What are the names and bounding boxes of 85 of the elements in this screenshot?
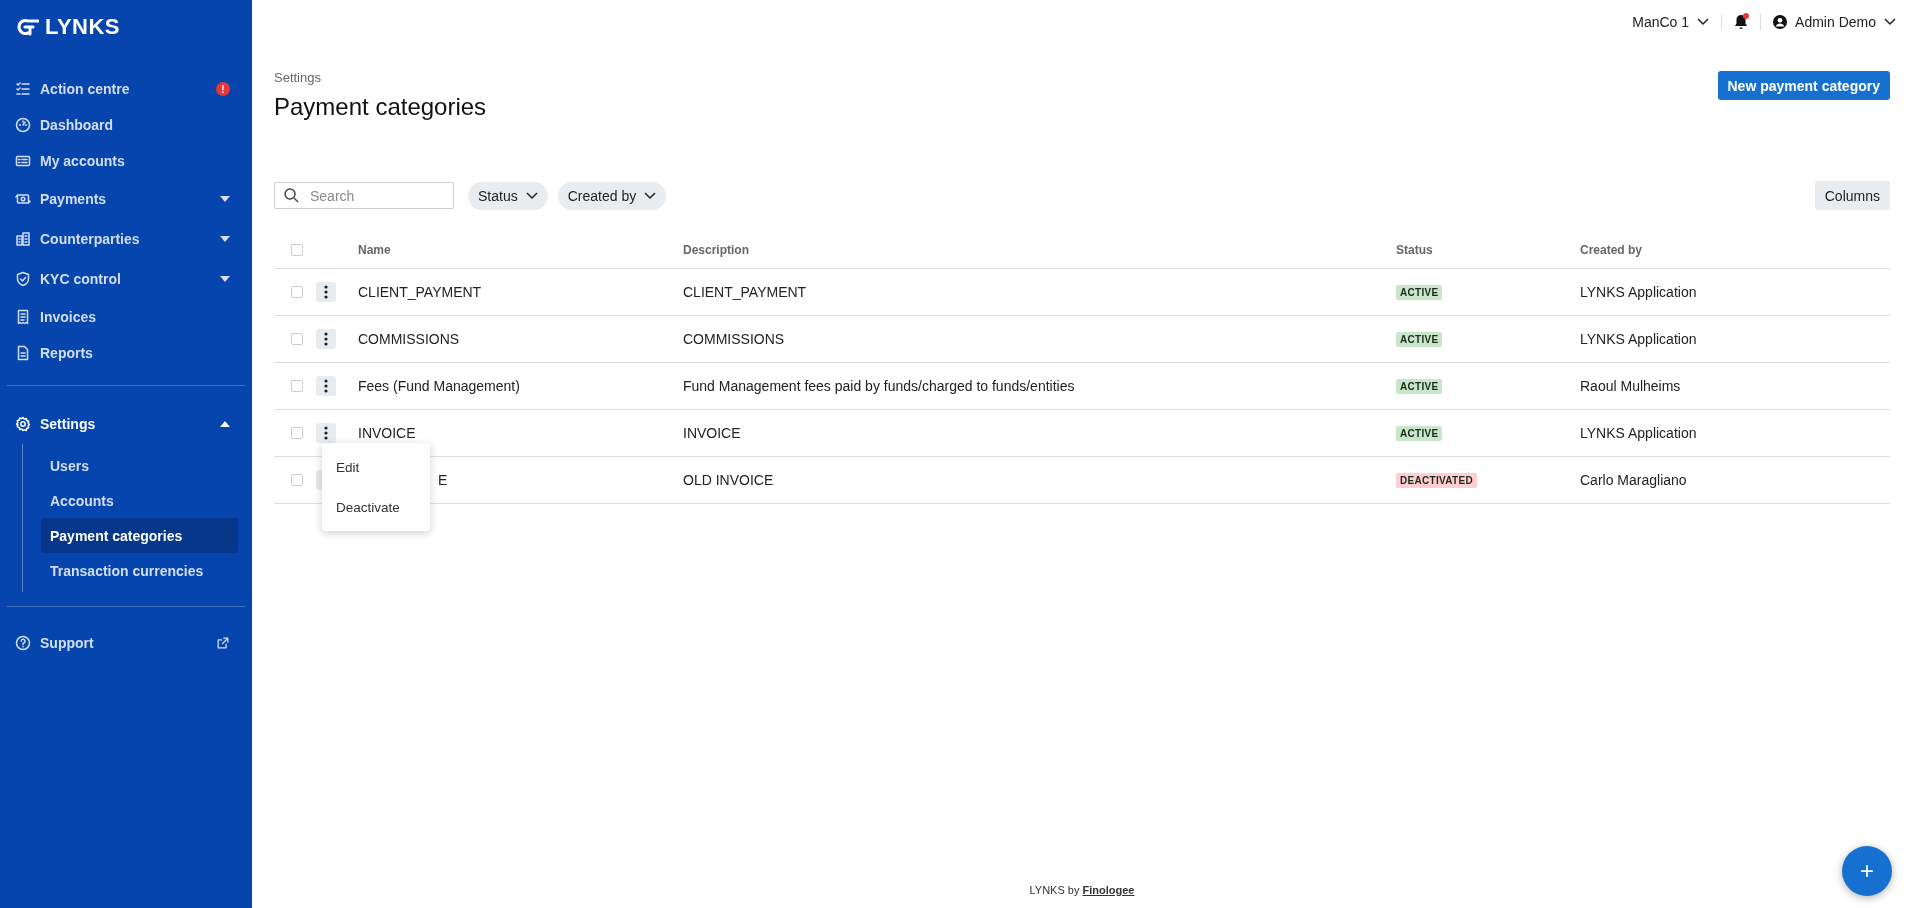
table-cell: CLIENT_PAYMENT <box>358 284 482 300</box>
row-checkbox[interactable] <box>291 427 303 439</box>
shield-check-icon <box>15 271 31 287</box>
card-icon <box>15 153 31 169</box>
alert-badge: ! <box>216 82 230 96</box>
nav-subitem[interactable]: Accounts <box>41 483 238 518</box>
columns-button[interactable]: Columns <box>1814 181 1890 210</box>
chevron-down-icon <box>1884 18 1896 26</box>
table-cell-text: CLIENT_PAYMENT <box>683 284 808 300</box>
nav-subitem[interactable]: Payment categories <box>41 518 238 553</box>
column-header: Created by <box>1580 243 1644 257</box>
status-badge: ACTIVE <box>1396 378 1443 394</box>
row-checkbox[interactable] <box>291 474 303 486</box>
chevron-down-icon <box>1697 18 1710 26</box>
table-cell-text: LYNKS Application <box>1580 425 1698 441</box>
table-cell-text: LYNKS Application <box>1580 331 1698 347</box>
column-header: Name <box>358 243 392 257</box>
user-avatar-icon <box>1773 15 1788 29</box>
company-selector[interactable]: ManCo 1 <box>1632 14 1710 30</box>
row-checkbox[interactable] <box>291 333 303 345</box>
help-icon <box>15 635 31 651</box>
nav-item[interactable]: Invoices <box>15 299 237 335</box>
status-badge: ACTIVE <box>1396 425 1443 441</box>
breadcrumb[interactable]: Settings <box>274 70 487 85</box>
bell-icon[interactable] <box>1734 14 1749 30</box>
nav-item[interactable]: Support <box>15 625 237 661</box>
external-link-icon <box>216 636 230 650</box>
status-badge: ACTIVE <box>1396 284 1443 300</box>
money-transfer-icon <box>15 191 31 207</box>
caret-icon <box>220 421 230 427</box>
caret-icon <box>220 276 230 282</box>
page-title: Payment categories <box>274 93 487 121</box>
gauge-icon <box>15 117 31 133</box>
nav-item[interactable]: Dashboard <box>15 107 237 143</box>
add-button[interactable]: + <box>1842 846 1892 896</box>
table-cell: E <box>438 472 448 488</box>
more-icon[interactable] <box>316 329 336 349</box>
caret-icon <box>220 236 230 242</box>
more-icon[interactable] <box>316 376 336 396</box>
nav-item[interactable]: Settings <box>15 404 237 444</box>
status-badge: DEACTIVATED <box>1396 472 1477 488</box>
nav-item[interactable]: Reports <box>15 335 237 371</box>
select-all-checkbox[interactable] <box>291 244 303 256</box>
table-cell: Fees (Fund Management) <box>358 378 520 394</box>
nav-item[interactable]: Counterparties <box>15 219 237 259</box>
nav-item[interactable]: Action centre ! <box>15 71 237 107</box>
search-field[interactable]: Search <box>274 182 454 209</box>
buildings-icon <box>15 231 31 247</box>
column-header: Description <box>683 243 750 257</box>
new-category-button[interactable]: New payment category <box>1717 71 1890 100</box>
filter-chip[interactable]: Status <box>468 181 548 210</box>
footer-link[interactable]: Finologee <box>1082 884 1135 896</box>
row-checkbox[interactable] <box>291 380 303 392</box>
nav-subitem[interactable]: Transaction currencies <box>41 553 238 588</box>
table-cell-text: Fund Management fees paid by funds/charged to funds/entities <box>683 378 1076 394</box>
settings-icon <box>15 416 31 432</box>
table-cell: INVOICE <box>358 425 416 441</box>
column-header: Status <box>1396 243 1434 257</box>
logo-icon <box>17 18 39 36</box>
nav-subitem[interactable]: Users <box>41 448 238 483</box>
filter-chip[interactable]: Created by <box>557 181 667 210</box>
more-icon[interactable] <box>316 282 336 302</box>
table-cell: COMMISSIONS <box>358 331 460 347</box>
document-icon <box>15 345 31 361</box>
user-menu[interactable]: Admin Demo <box>1773 14 1896 30</box>
table-cell-text: OLD INVOICE <box>683 472 775 488</box>
menu-item[interactable]: Deactivate <box>322 487 430 527</box>
table-cell-text: LYNKS Application <box>1580 284 1698 300</box>
table-cell-text: Carlo Maragliano <box>1580 472 1688 488</box>
status-badge: ACTIVE <box>1396 331 1443 347</box>
menu-item[interactable]: Edit <box>322 447 430 487</box>
more-icon[interactable] <box>316 423 336 443</box>
receipt-icon <box>15 309 31 325</box>
table-cell-text: INVOICE <box>683 425 742 441</box>
checklist-icon <box>15 81 31 97</box>
nav-item[interactable]: My accounts <box>15 143 237 179</box>
chevron-down-icon <box>644 191 657 200</box>
table-cell-text: Raoul Mulheims <box>1580 378 1682 394</box>
caret-icon <box>220 196 230 202</box>
nav-item[interactable]: Payments <box>15 179 237 219</box>
chevron-down-icon <box>525 191 538 200</box>
table-cell-text: COMMISSIONS <box>683 331 786 347</box>
logo-text: LYNKS <box>45 14 121 40</box>
row-checkbox[interactable] <box>291 286 303 298</box>
nav-item[interactable]: KYC control <box>15 259 237 299</box>
